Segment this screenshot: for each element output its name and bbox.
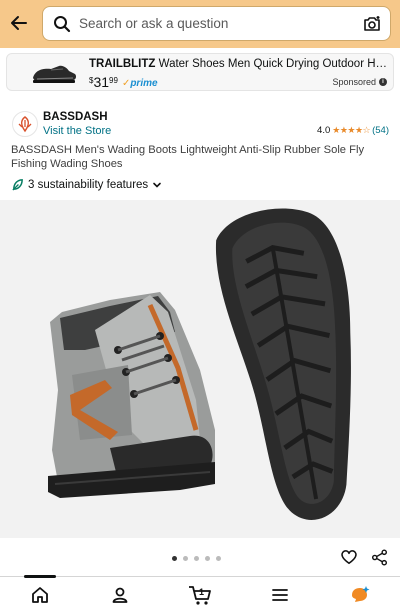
- product-image[interactable]: [0, 200, 400, 538]
- nav-account[interactable]: [108, 584, 132, 606]
- home-icon: [32, 587, 48, 603]
- nav-rufus-ai[interactable]: [348, 584, 372, 606]
- pagination-dot[interactable]: [216, 556, 221, 561]
- sponsored-product-title: TRAILBLITZ Water Shoes Men Quick Drying …: [89, 58, 389, 70]
- star-rating-icon: ★★★★☆: [332, 125, 371, 135]
- sponsored-label[interactable]: Sponsored i: [332, 77, 387, 87]
- share-icon[interactable]: [371, 549, 388, 566]
- leaf-icon: [12, 179, 23, 191]
- top-header: [0, 0, 400, 48]
- rating-summary[interactable]: 4.0 ★★★★☆ (54): [317, 125, 389, 136]
- camera-search-icon[interactable]: [362, 14, 382, 34]
- visit-store-link[interactable]: Visit the Store: [43, 125, 111, 137]
- boot-sole: [216, 208, 351, 520]
- rating-value: 4.0: [317, 125, 331, 136]
- sustainability-label: 3 sustainability features: [28, 178, 149, 191]
- sponsored-product-image: [33, 65, 77, 83]
- brand-logo[interactable]: [12, 111, 38, 137]
- search-bar[interactable]: [42, 6, 391, 41]
- pagination-dot[interactable]: [183, 556, 188, 561]
- price-cents: 99: [109, 76, 118, 85]
- rating-count[interactable]: (54): [372, 125, 389, 136]
- image-pagination-dots[interactable]: [172, 556, 221, 561]
- rufus-ai-icon: [352, 586, 370, 602]
- pagination-dot[interactable]: [172, 556, 177, 561]
- search-input[interactable]: [77, 16, 347, 31]
- sponsored-ad-banner[interactable]: TRAILBLITZ Water Shoes Men Quick Drying …: [6, 53, 394, 91]
- nav-menu[interactable]: [268, 584, 292, 606]
- pagination-dot[interactable]: [205, 556, 210, 561]
- cart-icon: 1: [189, 586, 211, 605]
- bassdash-logo-icon: [18, 116, 32, 133]
- account-icon: [112, 587, 128, 603]
- nav-home[interactable]: [28, 584, 52, 606]
- sustainability-features-toggle[interactable]: 3 sustainability features: [11, 178, 162, 191]
- menu-icon: [272, 589, 288, 601]
- wading-boot-image: [48, 208, 351, 520]
- active-tab-indicator: [24, 575, 56, 578]
- nav-cart[interactable]: 1: [188, 584, 212, 606]
- heart-icon[interactable]: [340, 548, 358, 566]
- prime-badge: ✓prime: [122, 78, 158, 89]
- sponsored-text: Sponsored: [332, 77, 376, 87]
- sponsored-brand: TRAILBLITZ: [89, 58, 156, 70]
- cart-count-badge: 1: [199, 587, 204, 597]
- bottom-navigation: 1: [0, 575, 400, 612]
- brand-name: BASSDASH: [43, 111, 108, 123]
- product-title: BASSDASH Men's Wading Boots Lightweight …: [11, 144, 365, 170]
- pagination-dot[interactable]: [194, 556, 199, 561]
- search-icon: [47, 7, 77, 41]
- sponsored-price: $ 31 99 ✓prime: [89, 74, 158, 90]
- sponsored-title-text: Water Shoes Men Quick Drying Outdoor Hik…: [158, 58, 389, 70]
- prime-label: prime: [130, 78, 158, 89]
- info-icon: i: [379, 78, 387, 86]
- back-arrow-icon: [11, 16, 27, 30]
- price-whole: 31: [93, 74, 110, 90]
- chevron-down-icon: [153, 182, 161, 188]
- back-button[interactable]: [6, 10, 32, 36]
